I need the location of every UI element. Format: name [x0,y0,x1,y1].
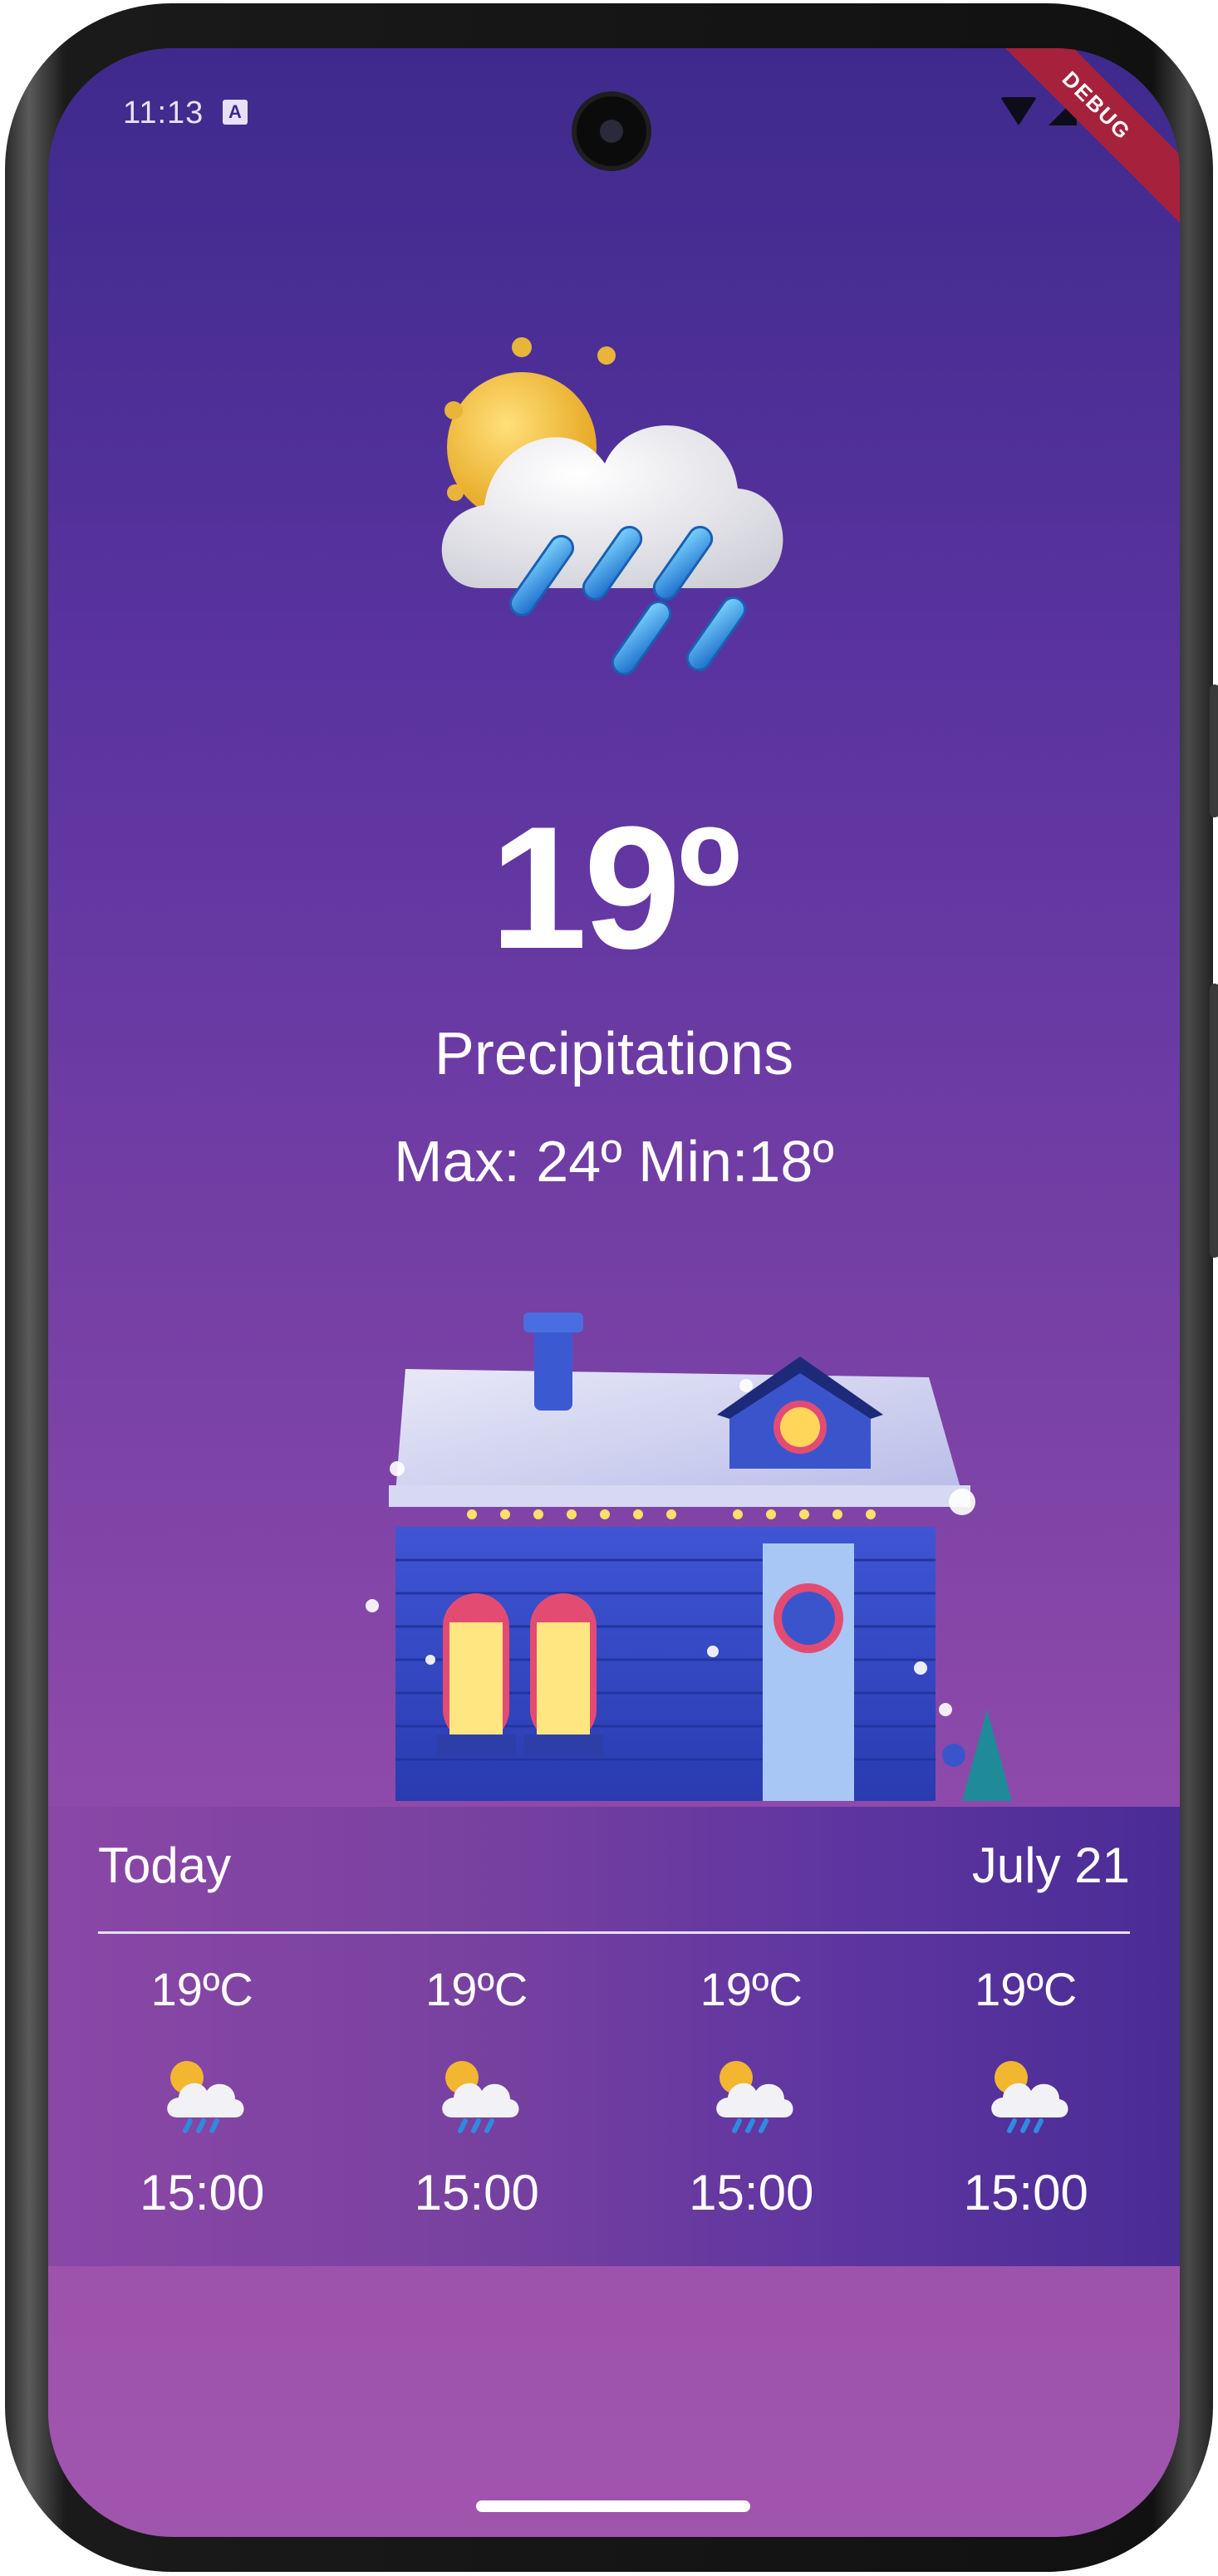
hourly-forecast-panel: Today July 21 19ºC 15:00 19ºC 15:00 19ºC… [48,1807,1180,2266]
snowy-house-illustration [366,1313,1012,1801]
home-indicator[interactable] [476,2500,750,2512]
sun-cloud-rain-icon [716,2061,793,2133]
min-max-temperature: Max: 24º Min:18º [394,1129,834,1194]
sun-cloud-rain-icon [990,2061,1068,2133]
hour-temperature: 19ºC [150,1963,253,2015]
side-button [1210,984,1218,1258]
sun-cloud-rain-icon [441,2061,519,2133]
hour-time: 15:00 [414,2165,539,2220]
forecast-date: July 21 [971,1838,1130,1893]
app-screen: 11:13 A DEBUG 19º Precipitations Max: 24… [48,48,1180,2537]
hourly-forecast-item: 19ºC 15:00 [626,1956,876,2221]
hourly-forecast-item: 19ºC 15:00 [77,1956,327,2221]
camera-icon [572,91,651,171]
hour-time: 15:00 [963,2165,1088,2220]
divider [98,1931,1130,1934]
forecast-day-label: Today [98,1838,232,1893]
phone-frame: 11:13 A DEBUG 19º Precipitations Max: 24… [5,3,1218,2572]
hour-time: 15:00 [689,2165,814,2220]
hourly-forecast-list: 19ºC 15:00 19ºC 15:00 19ºC 15:00 19ºC 15… [48,1956,1180,2221]
current-temperature: 19º [489,790,741,985]
hourly-forecast-item: 19ºC 15:00 [901,1956,1151,2221]
status-time: 11:13 [123,96,204,130]
sun-cloud-rain-icon [441,337,783,675]
hour-temperature: 19ºC [975,1963,1078,2015]
wifi-icon [1000,97,1037,125]
debug-banner: DEBUG [980,48,1180,223]
a-icon: A [223,100,248,125]
side-button [1210,684,1218,817]
hourly-forecast-item: 19ºC 15:00 [352,1956,602,2221]
hour-temperature: 19ºC [425,1963,528,2015]
forecast-header: Today July 21 [98,1837,1130,1903]
status-bar: 11:13 A DEBUG [48,48,1180,223]
sun-cloud-rain-icon [167,2061,244,2133]
hour-time: 15:00 [140,2165,265,2220]
weather-condition: Precipitations [434,1021,794,1087]
hour-temperature: 19ºC [700,1963,803,2015]
